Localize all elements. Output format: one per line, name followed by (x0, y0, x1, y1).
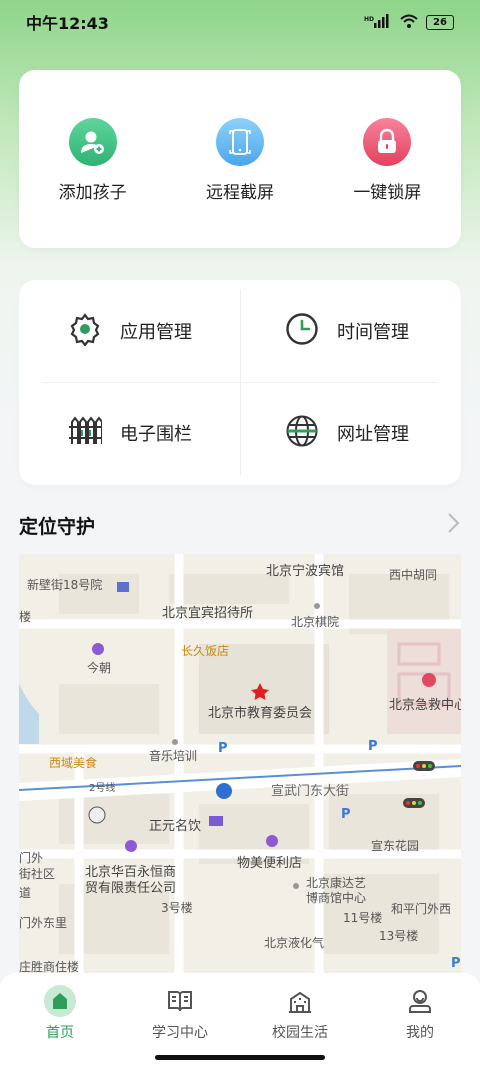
map-label: 北京市教育委员会 (208, 706, 313, 721)
tab-home-label: 首页 (46, 1025, 74, 1041)
map-label: 今朝 (87, 661, 112, 675)
app-management-button[interactable]: 应用管理 (19, 280, 240, 382)
map-label: 门外 (19, 851, 44, 865)
tab-profile-label: 我的 (406, 1025, 434, 1041)
map-label: 物美便利店 (237, 856, 303, 871)
map-label: 街社区 (19, 867, 56, 881)
parking-marker: P (341, 807, 351, 822)
map-label: 门外东里 (19, 916, 68, 930)
map-label: 西域美食 (49, 756, 98, 770)
book-icon (164, 985, 196, 1017)
url-management-button[interactable]: 网址管理 (240, 382, 461, 484)
url-management-label: 网址管理 (337, 424, 409, 445)
tab-campus-life[interactable]: 校园生活 (240, 973, 360, 1067)
chevron-right-icon[interactable] (447, 512, 461, 538)
add-child-icon (68, 118, 117, 166)
map-label: 正元名饮 (149, 819, 202, 834)
geo-fence-button[interactable]: 电子围栏 (19, 382, 240, 484)
app-management-label: 应用管理 (120, 322, 192, 343)
home-indicator[interactable] (155, 1055, 325, 1060)
map-label: 北京宁波宾馆 (266, 564, 345, 579)
lock-icon (363, 118, 412, 166)
map-label: 和平门外西 (391, 902, 452, 916)
location-title: 定位守护 (19, 515, 96, 538)
map-label: 北京液化气 (264, 936, 325, 950)
lock-screen-label: 一键锁屏 (353, 183, 422, 203)
map-label: 北京宜宾招待所 (162, 606, 254, 621)
globe-icon (285, 414, 319, 452)
tab-home[interactable]: 首页 (0, 973, 120, 1067)
map-label: 宣武门东大街 (271, 784, 350, 799)
map-label: 新壁街18号院 (27, 578, 103, 592)
map-label: 北京棋院 (291, 615, 340, 629)
add-child-button[interactable]: 添加孩子 (19, 70, 166, 248)
school-icon (284, 985, 316, 1017)
tab-profile[interactable]: 我的 (360, 973, 480, 1067)
map-label: 贸有限责任公司 (85, 881, 177, 896)
map-label: 3号楼 (161, 901, 193, 915)
map-label: 长久饭店 (181, 644, 230, 658)
status-icons: HD 26 (364, 13, 454, 31)
map-label: 西中胡同 (389, 568, 438, 582)
add-child-label: 添加孩子 (58, 183, 127, 203)
map-label: 楼 (19, 610, 32, 624)
tab-learning-center-label: 学习中心 (152, 1025, 208, 1041)
tab-learning-center[interactable]: 学习中心 (120, 973, 240, 1067)
lock-screen-button[interactable]: 一键锁屏 (314, 70, 461, 248)
map-label: 2号线 (89, 783, 116, 794)
fence-icon (68, 414, 103, 452)
map-label: 13号楼 (379, 929, 419, 943)
map-label: 道 (19, 886, 32, 900)
tab-campus-life-label: 校园生活 (272, 1025, 328, 1041)
screenshot-phone-icon (215, 118, 264, 166)
status-time: 中午12:43 (26, 14, 109, 33)
status-bar: 中午12:43 HD 26 (0, 0, 480, 44)
time-management-label: 时间管理 (337, 322, 409, 343)
remote-screenshot-button[interactable]: 远程截屏 (166, 70, 313, 248)
time-management-button[interactable]: 时间管理 (240, 280, 461, 382)
map-label: 博商馆中心 (306, 891, 367, 905)
bottom-tab-bar: 首页 学习中心 校园生活 我的 (0, 973, 480, 1067)
quick-actions-card: 添加孩子 远程截屏 一键锁屏 (19, 70, 461, 248)
remote-screenshot-label: 远程截屏 (205, 183, 274, 203)
parking-marker: P (218, 741, 228, 756)
tools-card: 应用管理 时间管理 电子围栏 网址管理 (19, 280, 461, 485)
signal-icon: HD (364, 13, 392, 31)
wifi-icon (400, 14, 418, 31)
home-icon (44, 985, 76, 1017)
clock-icon (285, 312, 319, 350)
map-label: 音乐培训 (149, 749, 198, 763)
geo-fence-label: 电子围栏 (120, 424, 192, 445)
profile-icon (404, 985, 436, 1017)
map-label: 北京急救中心 (389, 698, 461, 713)
map-label: 庄胜商住楼 (19, 960, 80, 974)
gear-icon (68, 312, 102, 350)
svg-text:HD: HD (364, 16, 374, 23)
parking-marker: P (451, 956, 461, 971)
location-map[interactable]: 新壁街18号院 北京宁波宾馆 西中胡同 北京宜宾招待所 北京棋院 长久饭店 今朝… (19, 554, 461, 974)
parking-marker: P (368, 739, 378, 754)
map-label: 11号楼 (343, 911, 383, 925)
map-label: 宣东花园 (371, 839, 420, 853)
battery-icon: 26 (426, 14, 454, 30)
location-section-header[interactable]: 定位守护 (19, 506, 461, 544)
